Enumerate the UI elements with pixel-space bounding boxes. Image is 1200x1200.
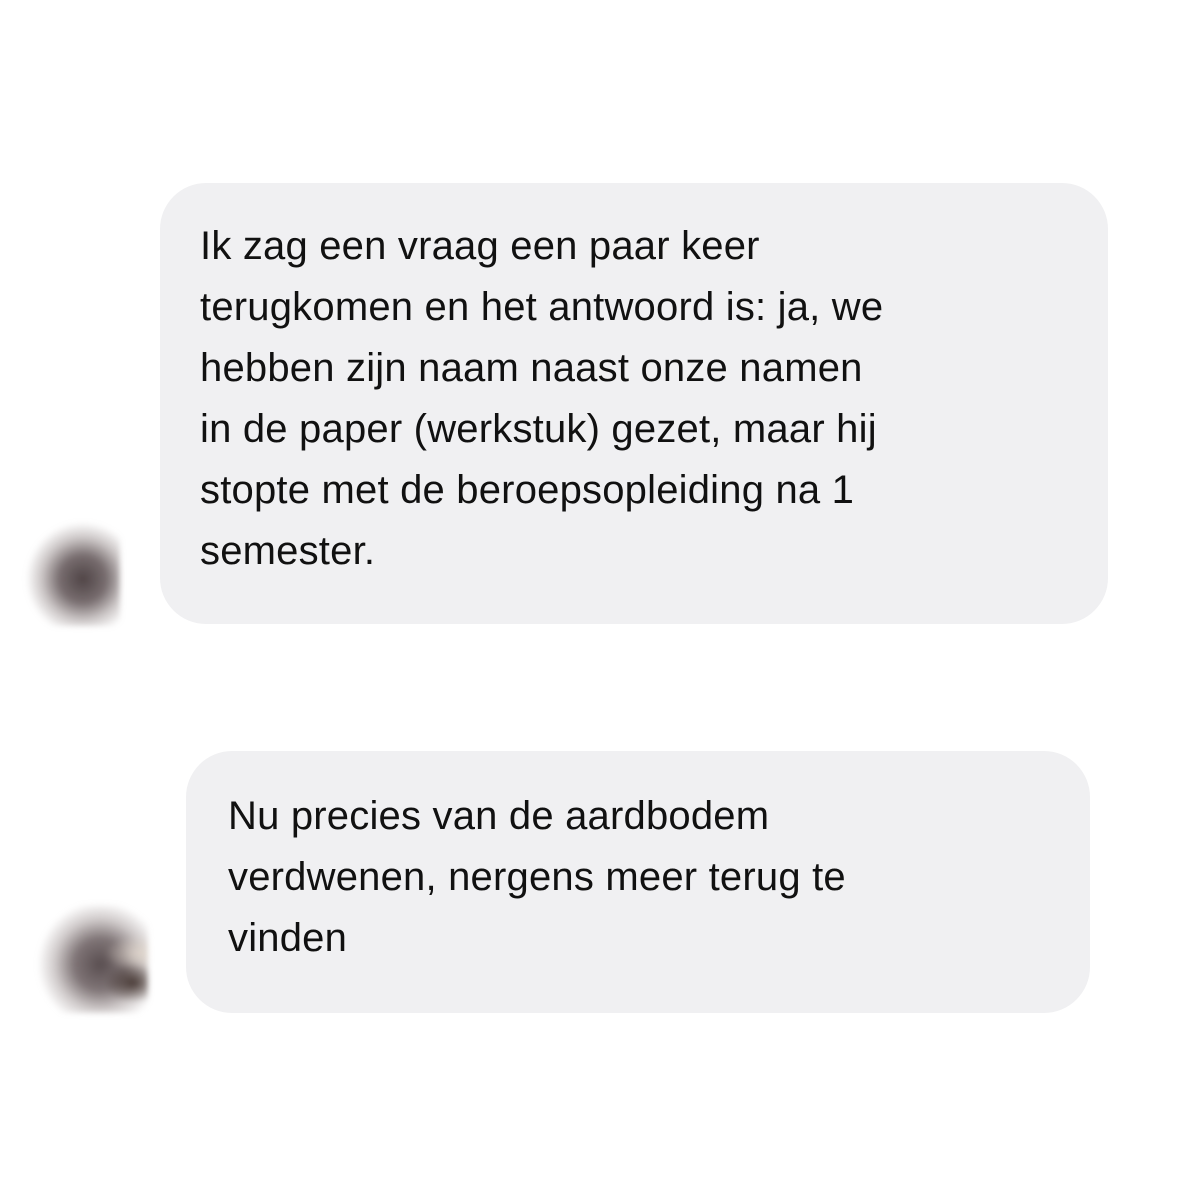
message-text: Nu precies van de aardbodem verdwenen, n… [228, 786, 846, 969]
sender-avatar[interactable] [22, 514, 120, 626]
message-line: vinden [228, 916, 348, 960]
sender-avatar[interactable] [22, 905, 148, 1013]
message-line: terugkomen en het antwoord is: ja, we [200, 285, 884, 329]
message-line: in de paper (werkstuk) gezet, maar hij [200, 407, 877, 451]
message-line: verdwenen, nergens meer terug te [228, 855, 846, 899]
message-line: stopte met de beroepsopleiding na 1 [200, 468, 855, 512]
message-text: Ik zag een vraag een paar keer terugkome… [200, 216, 883, 582]
message-line: semester. [200, 529, 376, 573]
message-line: Nu precies van de aardbodem [228, 794, 770, 838]
chat-thread: Ik zag een vraag een paar keer terugkome… [0, 0, 1200, 1200]
message-line: hebben zijn naam naast onze namen [200, 346, 863, 390]
message-line: Ik zag een vraag een paar keer [200, 224, 760, 268]
